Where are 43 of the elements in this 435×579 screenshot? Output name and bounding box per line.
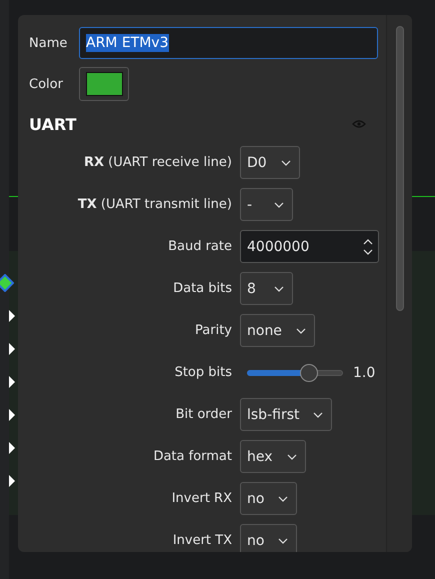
- triangle-icon[interactable]: [9, 376, 15, 388]
- triangle-icon[interactable]: [9, 442, 15, 454]
- option-label: Invert TX: [172, 533, 232, 548]
- field-label: Color: [29, 76, 64, 92]
- scrollbar-thumb[interactable]: [396, 26, 404, 311]
- dropdown[interactable]: 8: [240, 272, 293, 305]
- caret-icon: [274, 202, 284, 208]
- dropdown[interactable]: lsb-first: [240, 398, 332, 431]
- dropdown[interactable]: hex: [240, 440, 306, 473]
- option-label: TX (UART transmit line): [76, 197, 232, 212]
- spin-box[interactable]: 4000000: [240, 230, 379, 263]
- option-label: Stop bits: [174, 365, 232, 380]
- name-input[interactable]: ARM ETMv3: [79, 27, 378, 59]
- triangle-icon[interactable]: [9, 475, 15, 487]
- slider-value: 1.0: [353, 364, 376, 380]
- option-label: Bit order: [174, 407, 232, 422]
- caret-icon: [274, 286, 284, 292]
- triangle-icon[interactable]: [9, 343, 15, 355]
- dropdown[interactable]: -: [240, 188, 293, 221]
- option-label: Invert RX: [170, 491, 232, 506]
- caret-icon: [296, 328, 306, 334]
- slider[interactable]: [247, 364, 343, 382]
- caret-icon: [278, 496, 288, 502]
- caret-icon: [286, 454, 297, 460]
- option-label: Parity: [194, 323, 232, 338]
- option-label: RX (UART receive line): [83, 155, 232, 170]
- caret-icon: [278, 538, 288, 544]
- triangle-icon[interactable]: [9, 409, 15, 421]
- option-label: Data bits: [172, 281, 232, 296]
- diamond-icon[interactable]: [0, 274, 14, 292]
- dropdown[interactable]: D0: [240, 146, 300, 179]
- dropdown[interactable]: none: [240, 314, 315, 347]
- dropdown[interactable]: no: [240, 524, 298, 552]
- option-label: Data format: [152, 449, 232, 464]
- section-title: UART: [29, 114, 76, 134]
- caret-icon: [313, 412, 324, 418]
- option-label: Baud rate: [167, 239, 232, 254]
- field-label: Name: [29, 36, 68, 50]
- dropdown[interactable]: no: [240, 482, 298, 515]
- color-button[interactable]: [79, 67, 129, 101]
- caret-icon: [280, 160, 291, 166]
- triangle-icon[interactable]: [9, 310, 15, 322]
- stepper-arrows-icon[interactable]: [363, 238, 373, 256]
